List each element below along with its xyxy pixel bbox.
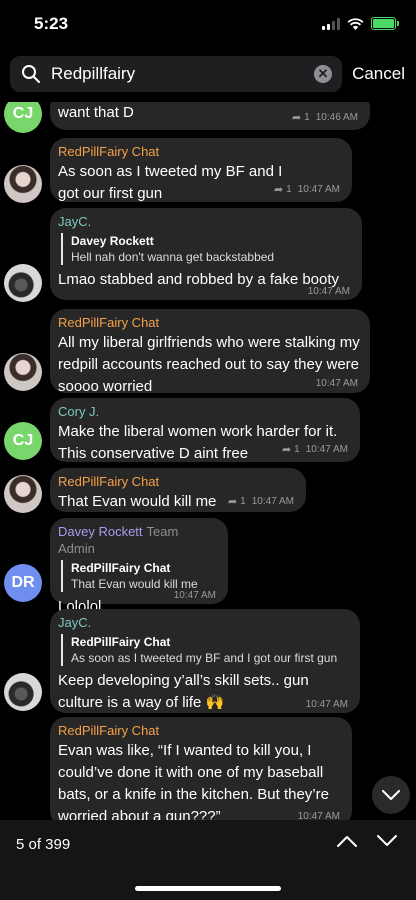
- message-meta: 10:47 AM: [316, 378, 358, 389]
- avatar[interactable]: [4, 353, 42, 391]
- message-time: 10:47 AM: [251, 496, 294, 507]
- result-count: 5 of 399: [16, 836, 71, 853]
- search-bar: Redpillfairy ✕ Cancel: [0, 56, 416, 102]
- search-query: Redpillfairy: [51, 64, 136, 83]
- message-meta: 10:47 AM: [308, 286, 350, 297]
- avatar[interactable]: [4, 165, 42, 203]
- quoted-message[interactable]: RedPillFairy Chat That Evan would kill m…: [61, 560, 218, 592]
- avatar[interactable]: CJ: [4, 422, 42, 460]
- chevron-down-icon: [377, 835, 397, 846]
- message-text: Evan was like, “If I wanted to kill you,…: [58, 742, 329, 820]
- avatar[interactable]: [4, 475, 42, 513]
- quote-author: Davey Rockett: [71, 234, 154, 248]
- sender-name[interactable]: RedPillFairy Chat: [58, 143, 342, 160]
- next-result-button[interactable]: [376, 834, 398, 853]
- sender-name[interactable]: Cory J.: [58, 403, 350, 420]
- chevron-down-icon: [382, 789, 400, 800]
- clear-search-icon[interactable]: ✕: [314, 65, 332, 83]
- message-meta: ➦ 1 10:46 AM: [292, 111, 358, 124]
- quote-text: As soon as I tweeted my BF and I got our…: [71, 651, 338, 665]
- message-meta: ➦ 1 10:47 AM: [282, 443, 348, 456]
- message-time: 10:47 AM: [297, 811, 340, 820]
- quoted-message[interactable]: RedPillFairy Chat As soon as I tweeted m…: [61, 634, 350, 666]
- quoted-message[interactable]: Davey Rockett Hell nah don't wanna get b…: [61, 233, 352, 265]
- sender-name[interactable]: JayC.: [58, 213, 352, 230]
- sender-name[interactable]: Davey Rockett Team Admin: [58, 523, 218, 557]
- avatar[interactable]: [4, 264, 42, 302]
- message-bubble[interactable]: RedPillFairy Chat That Evan would kill m…: [50, 468, 306, 512]
- cancel-button[interactable]: Cancel: [352, 64, 405, 84]
- search-icon: [22, 65, 40, 83]
- status-time: 5:23: [34, 14, 69, 33]
- battery-charging-icon: [371, 17, 399, 30]
- cellular-signal-icon: [322, 17, 340, 30]
- message-bubble[interactable]: JayC. Davey Rockett Hell nah don't wanna…: [50, 208, 362, 300]
- message-time: 10:47 AM: [173, 590, 216, 601]
- reply-icon: ➦: [291, 112, 302, 124]
- status-bar: 5:23: [0, 0, 416, 50]
- quote-author: RedPillFairy Chat: [71, 635, 171, 649]
- message-list[interactable]: CJ want that D ➦ 1 10:46 AM RedPillFairy…: [0, 102, 416, 820]
- message-bubble[interactable]: RedPillFairy Chat As soon as I tweeted m…: [50, 138, 352, 202]
- reply-count: 1: [286, 184, 292, 195]
- message-time: 10:47 AM: [297, 184, 340, 195]
- wifi-icon: [347, 17, 364, 30]
- message-time: 10:47 AM: [315, 378, 358, 389]
- message-meta: 10:47 AM: [174, 590, 216, 601]
- reply-count: 1: [294, 444, 300, 455]
- sender-name[interactable]: JayC.: [58, 614, 350, 631]
- message-bubble[interactable]: JayC. RedPillFairy Chat As soon as I twe…: [50, 609, 360, 713]
- sender-name[interactable]: RedPillFairy Chat: [58, 473, 296, 490]
- message-meta: ➦ 1 10:47 AM: [274, 183, 340, 196]
- chevron-up-icon: [337, 836, 357, 847]
- reply-icon: ➦: [273, 184, 284, 196]
- quote-text: Hell nah don't wanna get backstabbed: [71, 250, 275, 264]
- message-bubble[interactable]: RedPillFairy Chat Evan was like, “If I w…: [50, 717, 352, 820]
- avatar[interactable]: [4, 673, 42, 711]
- quote-author: RedPillFairy Chat: [71, 561, 171, 575]
- sender-name-text: Davey Rockett: [58, 524, 143, 539]
- message-time: 10:47 AM: [307, 286, 350, 297]
- scroll-to-bottom-button[interactable]: [372, 776, 410, 814]
- message-text: As soon as I tweeted my BF and I got our…: [58, 163, 283, 202]
- message-bubble[interactable]: Davey Rockett Team Admin RedPillFairy Cha…: [50, 518, 228, 615]
- home-indicator[interactable]: [135, 886, 281, 891]
- message-time: 10:47 AM: [305, 699, 348, 710]
- sender-name[interactable]: RedPillFairy Chat: [58, 722, 342, 739]
- message-bubble[interactable]: Cory J. Make the liberal women work hard…: [50, 398, 360, 462]
- previous-result-button[interactable]: [336, 834, 358, 853]
- reply-count: 1: [240, 496, 246, 507]
- message-time: 10:47 AM: [305, 444, 348, 455]
- search-input[interactable]: Redpillfairy ✕: [10, 56, 342, 92]
- message-bubble[interactable]: RedPillFairy Chat All my liberal girlfri…: [50, 309, 370, 395]
- message-text: Keep developing y’all’s skill sets.. gun…: [58, 672, 309, 711]
- avatar[interactable]: DR: [4, 564, 42, 602]
- reply-icon: ➦: [227, 496, 238, 508]
- sender-name[interactable]: RedPillFairy Chat: [58, 314, 360, 331]
- message-time: 10:46 AM: [315, 112, 358, 123]
- message-meta: ➦ 1 10:47 AM: [228, 495, 294, 508]
- message-meta: 10:47 AM: [298, 811, 340, 820]
- message-meta: 10:47 AM: [306, 699, 348, 710]
- status-icons: [322, 17, 399, 30]
- reply-count: 1: [304, 112, 310, 123]
- message-bubble[interactable]: want that D ➦ 1 10:46 AM: [50, 102, 370, 130]
- reply-icon: ➦: [281, 444, 292, 456]
- avatar[interactable]: CJ: [4, 102, 42, 133]
- search-results-bar: 5 of 399: [0, 820, 416, 900]
